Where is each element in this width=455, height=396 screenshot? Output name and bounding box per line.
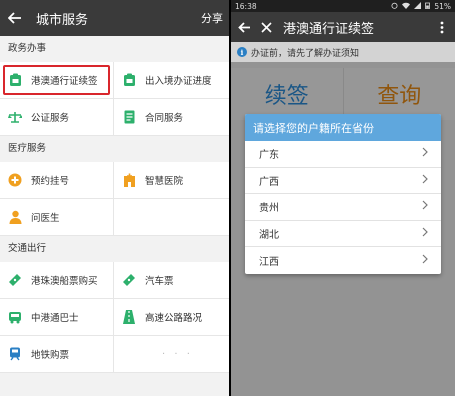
service-label: 预约挂号	[31, 176, 70, 187]
ticket-icon	[122, 273, 136, 287]
service-hk-macau-pass-renewal[interactable]: 港澳通行证续签	[0, 62, 114, 99]
metro-icon	[8, 347, 22, 361]
chevron-right-icon	[421, 227, 429, 240]
renewal-header: 港澳通行证续签	[231, 12, 455, 42]
share-button[interactable]: 分享	[201, 10, 223, 26]
close-icon[interactable]	[259, 20, 273, 34]
province-dialog: 请选择您的户籍所在省份 广东 广西 贵州 湖北 江西	[245, 114, 441, 274]
service-label: 高速公路路况	[145, 313, 203, 324]
service-label: 地铁购票	[31, 350, 70, 361]
province-label: 湖北	[259, 229, 279, 241]
service-label: 合同服务	[145, 113, 184, 124]
section-title-government: 政务办事	[0, 36, 229, 62]
service-highway-status[interactable]: 高速公路路况	[114, 299, 229, 336]
province-option[interactable]: 贵州	[245, 194, 441, 221]
passport-icon	[122, 73, 136, 87]
ticket-icon	[8, 273, 22, 287]
status-time: 16:38	[235, 1, 257, 11]
doctor-icon	[8, 210, 22, 224]
service-label: 港珠澳船票购买	[31, 276, 98, 287]
page-title: 城市服务	[36, 12, 89, 28]
status-icons: 51%	[391, 1, 451, 11]
bus-icon	[8, 310, 22, 324]
province-option[interactable]: 广西	[245, 168, 441, 194]
more-services[interactable]: · · ·	[114, 336, 229, 373]
service-label: 港澳通行证续签	[31, 76, 98, 87]
chevron-right-icon	[421, 147, 429, 160]
passport-icon	[8, 73, 22, 87]
battery-icon	[425, 2, 431, 11]
back-arrow-icon[interactable]	[6, 9, 24, 27]
chevron-right-icon	[421, 254, 429, 267]
city-services-header: 城市服务 分享	[0, 0, 229, 36]
service-smart-hospital[interactable]: 智慧医院	[114, 162, 229, 199]
hospital-icon	[122, 173, 136, 187]
road-icon	[122, 310, 136, 324]
info-icon: i	[237, 47, 247, 57]
scale-icon	[8, 110, 22, 124]
province-label: 广东	[259, 150, 279, 162]
province-label: 贵州	[259, 203, 279, 215]
service-appointment[interactable]: 预约挂号	[0, 162, 114, 199]
service-contract[interactable]: 合同服务	[114, 99, 229, 136]
section-title-medical: 医疗服务	[0, 136, 229, 162]
service-exit-entry-progress[interactable]: 出入境办证进度	[114, 62, 229, 99]
service-label: 公证服务	[31, 113, 70, 124]
signal-icon	[414, 1, 422, 11]
service-ferry-ticket[interactable]: 港珠澳船票购买	[0, 262, 114, 299]
notice-text: 办证前，请先了解办证须知	[251, 48, 360, 59]
status-bar: 16:38 51%	[231, 0, 455, 12]
service-bus-ticket[interactable]: 汽车票	[114, 262, 229, 299]
transport-services-grid: 港珠澳船票购买 汽车票 中港通巴士 高速公路路况 地铁购票 · · ·	[0, 262, 229, 373]
government-services-grid: 港澳通行证续签 出入境办证进度 公证服务 合同服务	[0, 62, 229, 136]
province-label: 广西	[259, 176, 279, 188]
service-ask-doctor[interactable]: 问医生	[0, 199, 114, 236]
service-metro-ticket[interactable]: 地铁购票	[0, 336, 114, 373]
service-label: 智慧医院	[145, 176, 184, 187]
province-option[interactable]: 江西	[245, 247, 441, 274]
empty-cell	[114, 199, 229, 236]
province-label: 江西	[259, 256, 279, 268]
page-title: 港澳通行证续签	[283, 21, 375, 37]
service-label: 出入境办证进度	[145, 76, 212, 87]
wifi-icon	[402, 2, 411, 11]
more-dots: · · ·	[162, 348, 193, 360]
chevron-right-icon	[421, 200, 429, 213]
battery-level: 51%	[434, 1, 451, 11]
service-notary[interactable]: 公证服务	[0, 99, 114, 136]
chevron-right-icon	[421, 174, 429, 187]
back-arrow-icon[interactable]	[237, 20, 251, 34]
dialog-title: 请选择您的户籍所在省份	[245, 114, 441, 141]
province-option[interactable]: 湖北	[245, 221, 441, 247]
more-vertical-icon[interactable]	[435, 20, 449, 34]
notice-bar[interactable]: i 办证前，请先了解办证须知	[231, 42, 455, 62]
province-option[interactable]: 广东	[245, 141, 441, 168]
city-services-screen: 城市服务 分享 政务办事 港澳通行证续签 出入境办证进度 公证服务 合同服务 医…	[0, 0, 229, 396]
alarm-icon	[391, 2, 398, 11]
medical-services-grid: 预约挂号 智慧医院 问医生	[0, 162, 229, 236]
service-cross-border-bus[interactable]: 中港通巴士	[0, 299, 114, 336]
section-title-transport: 交通出行	[0, 236, 229, 262]
pass-renewal-screen: 16:38 51% 港澳通行证续签 i 办证前，请先了解办证须知 续签 查询 请…	[231, 0, 455, 396]
service-label: 问医生	[31, 213, 60, 224]
service-label: 汽车票	[145, 276, 174, 287]
medical-cross-icon	[8, 173, 22, 187]
document-icon	[122, 110, 136, 124]
service-label: 中港通巴士	[31, 313, 79, 324]
